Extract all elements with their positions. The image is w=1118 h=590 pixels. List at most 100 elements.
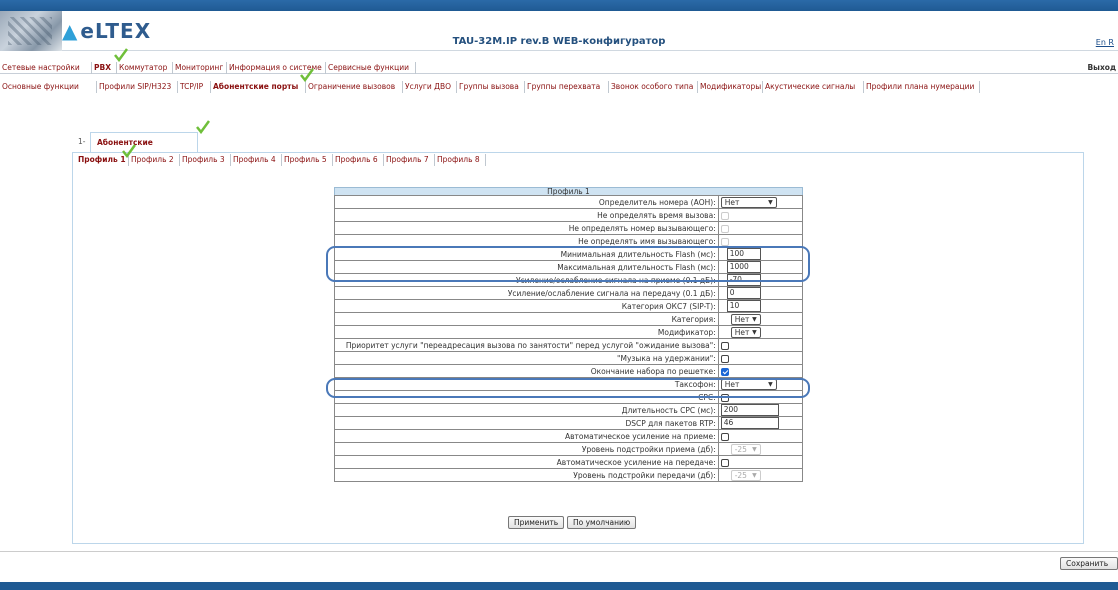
table-row: Не определять номер вызывающего: (334, 221, 804, 235)
table-row: Окончание набора по решетке: (334, 364, 804, 378)
hash-end-checkbox[interactable] (720, 367, 729, 376)
menu-pbx[interactable]: PBX (92, 62, 117, 74)
submenu-dvo-services[interactable]: Услуги ДВО (403, 81, 457, 93)
submenu-tcpip[interactable]: TCP/IP (178, 81, 211, 93)
logout-link[interactable]: Выход (1087, 62, 1116, 74)
profile-tab-4[interactable]: Профиль 4 (231, 154, 282, 166)
modifier-label: Модификатор: (334, 325, 719, 339)
table-row: Определитель номера (АОН): Нет ▼ (334, 195, 804, 209)
profile-tab-3[interactable]: Профиль 3 (180, 154, 231, 166)
table-row: Автоматическое усиление на приеме: (334, 429, 804, 443)
profile-tab-7[interactable]: Профиль 7 (384, 154, 435, 166)
table-row: Категория: Нет ▼ (334, 312, 804, 326)
profile-tab-5[interactable]: Профиль 5 (282, 154, 333, 166)
tab-subscriber-profiles[interactable]: Абонентские профили (90, 132, 198, 167)
check-mark-icon (122, 144, 136, 158)
oks7-input[interactable]: 10 (726, 300, 761, 312)
no-time-checkbox[interactable] (720, 211, 729, 220)
no-number-label: Не определять номер вызывающего: (334, 221, 719, 235)
priority-label: Приоритет услуги "переадресация вызова п… (334, 338, 719, 352)
chevron-down-icon: ▼ (752, 328, 757, 336)
table-row: Уровень подстройки передачи (дб): -25 ▼ (334, 468, 804, 482)
hash-end-highlight (326, 378, 810, 398)
gain-tx-input[interactable]: 0 (726, 287, 761, 299)
priority-checkbox[interactable] (720, 341, 729, 350)
submenu-modifiers[interactable]: Модификаторы (698, 81, 763, 93)
page-title: TAU-32M.IP rev.B WEB-конфигуратор (452, 36, 666, 47)
submenu-basic-functions[interactable]: Основные функции (0, 81, 97, 93)
menu-monitoring[interactable]: Мониторинг (173, 62, 227, 74)
agc-rx-level-select[interactable]: -25 ▼ (730, 443, 761, 455)
check-mark-icon (196, 120, 210, 134)
submenu-sip-profiles[interactable]: Профили SIP/H323 (97, 81, 178, 93)
agc-tx-label: Автоматическое усиление на передаче: (334, 455, 719, 469)
no-name-checkbox[interactable] (720, 237, 729, 246)
moh-checkbox[interactable] (720, 354, 729, 363)
dscp-label: DSCP для пакетов RTP: (334, 416, 719, 430)
table-row: DSCP для пакетов RTP: 46 (334, 416, 804, 430)
table-row: Не определять время вызова: (334, 208, 804, 222)
table-row: Категория ОКС7 (SIP-T): 10 (334, 299, 804, 313)
hash-end-label: Окончание набора по решетке: (334, 364, 719, 378)
profile-tab-2[interactable]: Профиль 2 (129, 154, 180, 166)
gain-tx-label: Усиление/ослабление сигнала на передачу … (334, 286, 719, 300)
tab-1[interactable]: 1- (72, 132, 92, 152)
submenu-numbering-plan[interactable]: Профили плана нумерации (864, 81, 980, 93)
agc-tx-level-label: Уровень подстройки передачи (дб): (334, 468, 719, 482)
agc-tx-level-select[interactable]: -25 ▼ (730, 469, 761, 481)
oks7-label: Категория ОКС7 (SIP-T): (334, 299, 719, 313)
check-mark-icon (300, 68, 314, 82)
language-link[interactable]: En R (1096, 38, 1114, 47)
divider (0, 551, 1118, 552)
submenu-call-groups[interactable]: Группы вызова (457, 81, 525, 93)
table-row: "Музыка на удержании": (334, 351, 804, 365)
chevron-down-icon: ▼ (768, 198, 773, 206)
check-mark-icon (114, 48, 128, 62)
submenu-subscriber-ports[interactable]: Абонентские порты (211, 81, 306, 93)
bottom-bar (0, 582, 1118, 590)
no-number-checkbox[interactable] (720, 224, 729, 233)
cpc-duration-label: Длительность CPC (мс): (334, 403, 719, 417)
profile-settings-table: Профиль 1 Определитель номера (АОН): Нет… (334, 187, 804, 482)
moh-label: "Музыка на удержании": (334, 351, 719, 365)
header: ▲ eLTEX TAU-32M.IP rev.B WEB-конфигуратор… (0, 11, 1118, 51)
top-bar (0, 0, 1118, 11)
submenu-acoustic-signals[interactable]: Акустические сигналы (763, 81, 864, 93)
aon-select[interactable]: Нет ▼ (720, 196, 777, 208)
menu-switch[interactable]: Коммутатор (117, 62, 173, 74)
menu-service-functions[interactable]: Сервисные функции (326, 62, 416, 74)
default-button[interactable]: По умолчанию (567, 516, 637, 529)
table-row: Уровень подстройки приема (дб): -25 ▼ (334, 442, 804, 456)
tab-strip (72, 132, 1084, 152)
profile-tab-6[interactable]: Профиль 6 (333, 154, 384, 166)
profile-tab-8[interactable]: Профиль 8 (435, 154, 486, 166)
table-row: Длительность CPC (мс): 200 (334, 403, 804, 417)
aon-label: Определитель номера (АОН): (334, 195, 719, 209)
menu-network-settings[interactable]: Сетевые настройки (0, 62, 92, 74)
save-button[interactable]: Сохранить (1060, 557, 1118, 570)
submenu-pickup-groups[interactable]: Группы перехвата (525, 81, 609, 93)
cpc-duration-input[interactable]: 200 (720, 404, 779, 416)
agc-rx-checkbox[interactable] (720, 432, 729, 441)
modifier-select[interactable]: Нет ▼ (730, 326, 761, 338)
chevron-down-icon: ▼ (752, 471, 757, 479)
flash-highlight (326, 246, 810, 282)
category-select[interactable]: Нет ▼ (730, 313, 761, 325)
agc-tx-checkbox[interactable] (720, 458, 729, 467)
agc-rx-label: Автоматическое усиление на приеме: (334, 429, 719, 443)
chevron-down-icon: ▼ (752, 315, 757, 323)
table-row: Приоритет услуги "переадресация вызова п… (334, 338, 804, 352)
apply-button[interactable]: Применить (508, 516, 565, 529)
submenu-call-restrictions[interactable]: Ограничение вызовов (306, 81, 403, 93)
sub-menu: Основные функции Профили SIP/H323 TCP/IP… (0, 81, 1118, 93)
category-label: Категория: (334, 312, 719, 326)
dscp-input[interactable]: 46 (720, 417, 779, 429)
table-row: Усиление/ослабление сигнала на передачу … (334, 286, 804, 300)
profile-table-caption: Профиль 1 (334, 187, 803, 196)
agc-rx-level-label: Уровень подстройки приема (дб): (334, 442, 719, 456)
submenu-special-ring[interactable]: Звонок особого типа (609, 81, 698, 93)
main-menu: Сетевые настройки PBX Коммутатор Монитор… (0, 62, 1118, 74)
table-row: Модификатор: Нет ▼ (334, 325, 804, 339)
no-time-label: Не определять время вызова: (334, 208, 719, 222)
table-row: Автоматическое усиление на передаче: (334, 455, 804, 469)
